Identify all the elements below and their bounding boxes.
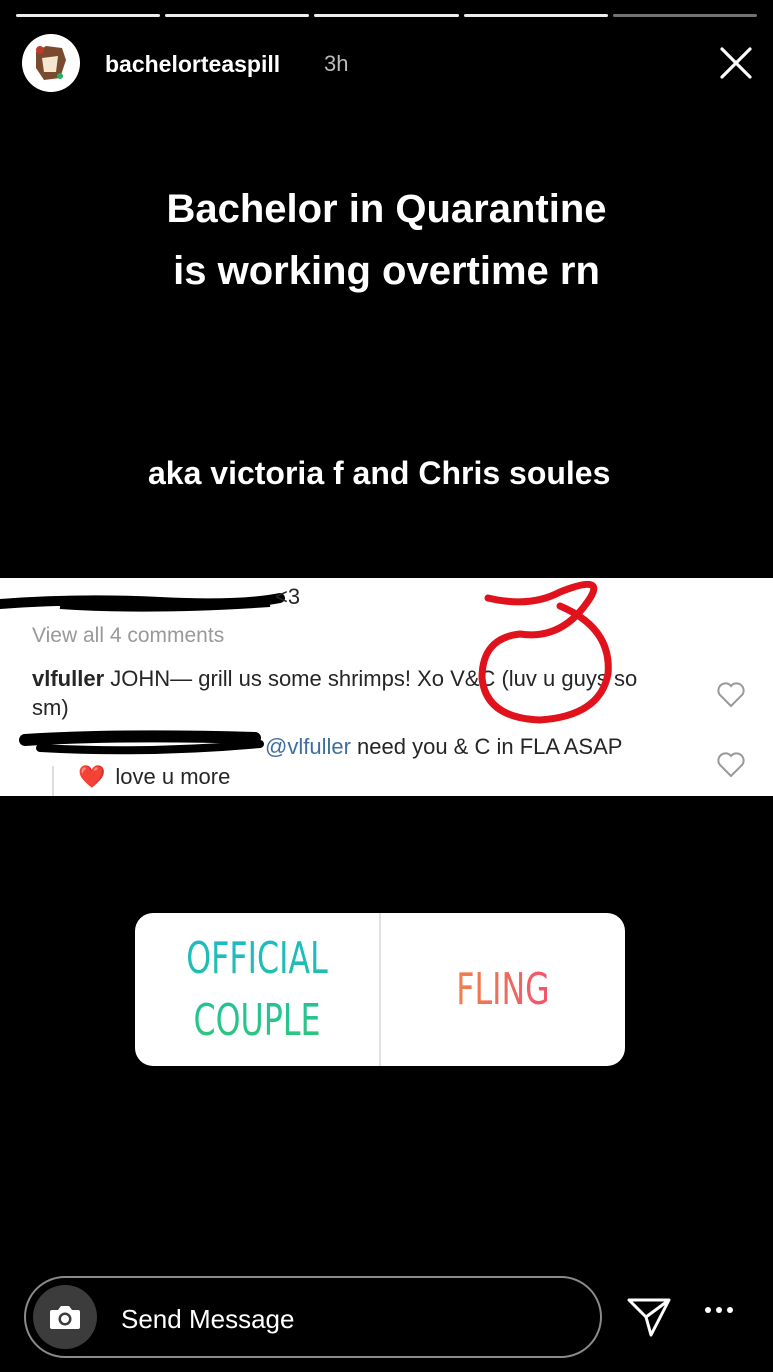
headline-line-1: Bachelor in Quarantine: [166, 187, 607, 231]
poll-option-official-couple[interactable]: OFFICIAL COUPLE: [169, 913, 345, 1066]
poll-divider: [379, 913, 381, 1066]
story-headline: Bachelor in Quarantine is working overti…: [0, 178, 773, 302]
close-icon[interactable]: [719, 46, 753, 80]
headline-line-2: is working overtime rn: [173, 249, 600, 293]
story-subline: aka victoria f and Chris soules: [148, 455, 611, 491]
progress-segment: [314, 14, 459, 17]
story-time: 3h: [324, 51, 349, 76]
more-options-icon[interactable]: [700, 1300, 740, 1320]
story-progress-bar: [16, 14, 758, 17]
poll-option-1-line-2: COUPLE: [193, 994, 321, 1046]
send-message-placeholder: Send Message: [121, 1304, 295, 1334]
camera-icon[interactable]: [33, 1285, 97, 1349]
progress-segment: [165, 14, 310, 17]
send-message-input[interactable]: Send Message: [24, 1276, 602, 1358]
poll-option-2-label: FLING: [456, 963, 550, 1015]
red-circle-annotation: [478, 580, 612, 724]
comment-screenshot: <3 View all 4 comments vlfuller JOHN— gr…: [0, 578, 773, 796]
avatar[interactable]: [22, 34, 80, 92]
poll-option-1-line-1: OFFICIAL: [186, 932, 328, 984]
poll-sticker: OFFICIAL COUPLE FLING: [135, 913, 625, 1066]
avatar-logo-icon: [23, 35, 79, 91]
progress-segment-current: [612, 14, 758, 17]
poll-option-fling[interactable]: FLING: [415, 913, 591, 1066]
share-paper-plane-icon[interactable]: [626, 1296, 672, 1338]
progress-segment: [463, 14, 608, 17]
story-username[interactable]: bachelorteaspill: [105, 51, 280, 78]
progress-segment: [16, 14, 161, 17]
story-header: bachelorteaspill 3h: [22, 32, 757, 96]
